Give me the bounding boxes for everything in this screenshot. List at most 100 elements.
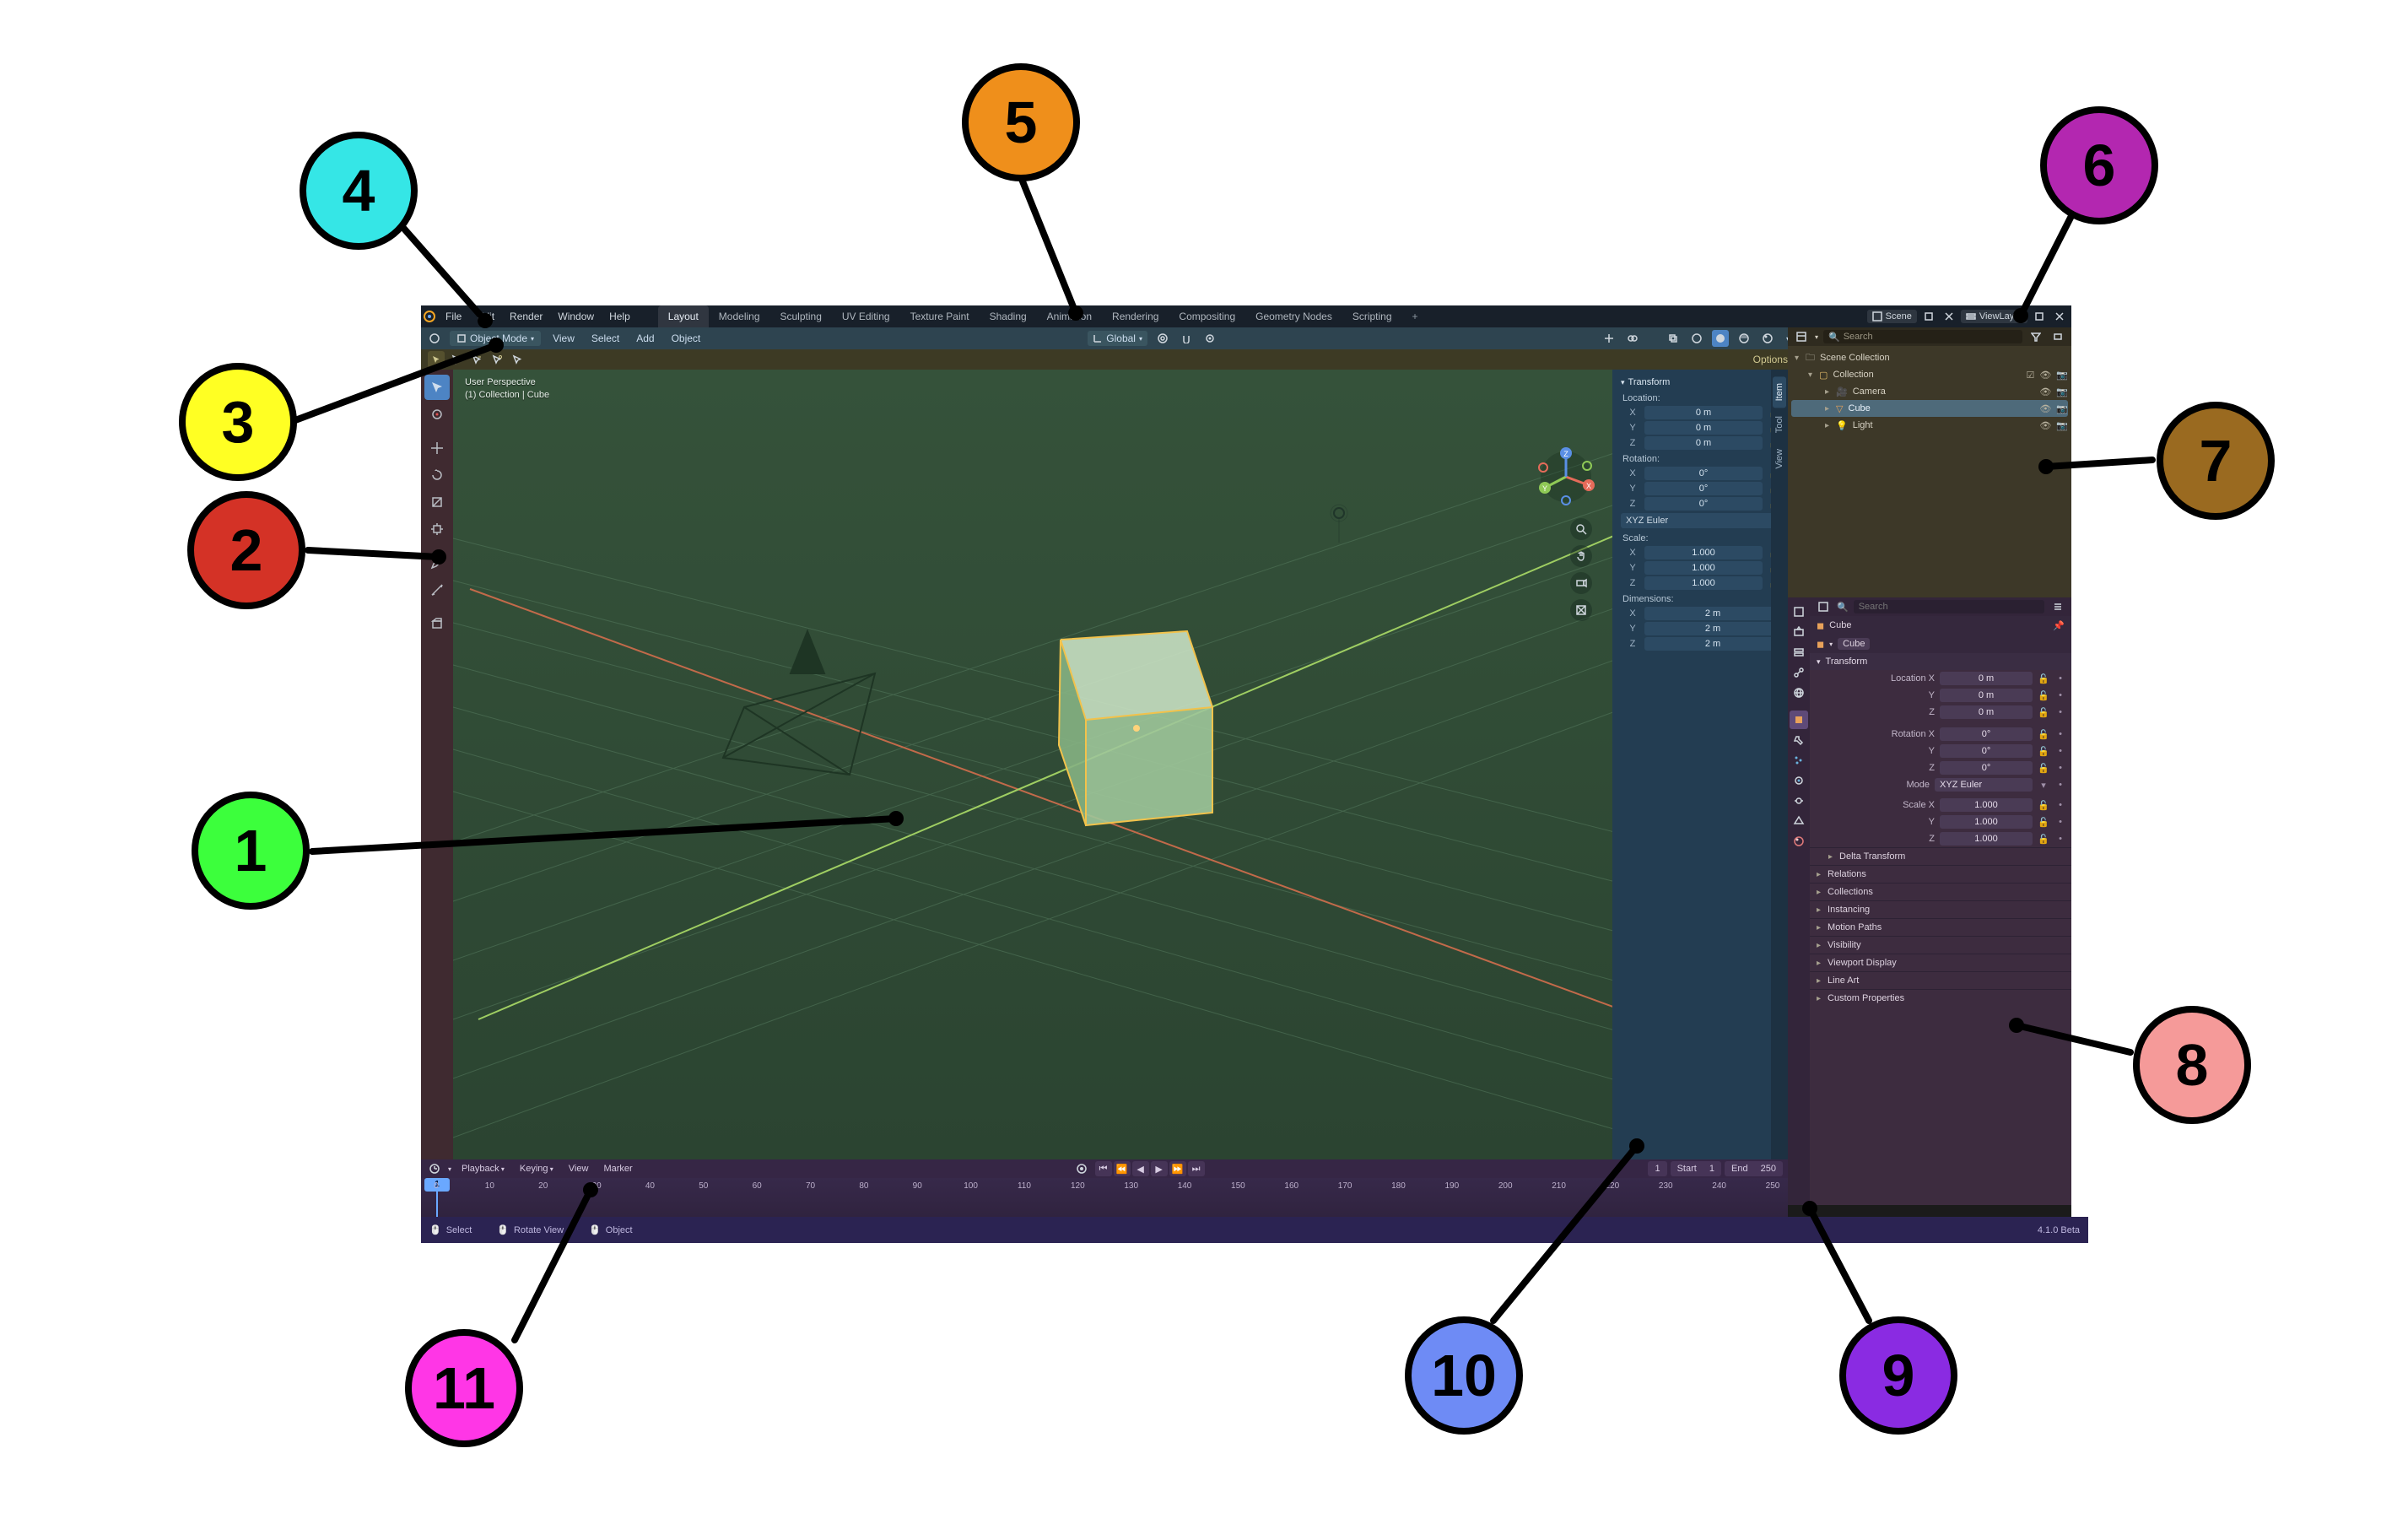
n-rot-z[interactable]: 0° xyxy=(1644,497,1763,511)
p-rot-y[interactable]: 0° xyxy=(1940,744,2033,758)
props-collections[interactable]: Collections xyxy=(1810,883,2071,900)
p-loc-y[interactable]: 0 m xyxy=(1940,689,2033,702)
lock-icon[interactable]: 🔓 xyxy=(2038,834,2049,845)
workspace-uv-editing[interactable]: UV Editing xyxy=(832,305,900,327)
animate-icon[interactable]: • xyxy=(2054,817,2066,827)
workspace-compositing[interactable]: Compositing xyxy=(1169,305,1245,327)
p-scale-z[interactable]: 1.000 xyxy=(1940,832,2033,846)
animate-icon[interactable]: • xyxy=(2054,729,2066,739)
auto-keying-icon[interactable] xyxy=(1073,1160,1090,1177)
select-mode-subtract-icon[interactable] xyxy=(468,351,485,368)
scene-selector[interactable]: Scene xyxy=(1867,310,1917,323)
eye-icon[interactable]: 👁 xyxy=(2039,403,2051,414)
outliner-collection[interactable]: ▢ Collection ☑ 👁 📷 xyxy=(1791,366,2068,383)
menu-window[interactable]: Window xyxy=(550,311,602,322)
zoom-icon[interactable] xyxy=(1570,518,1592,540)
chevron-down-icon[interactable]: ▾ xyxy=(448,1165,451,1173)
select-mode-intersect-icon[interactable] xyxy=(509,351,526,368)
animate-icon[interactable]: • xyxy=(2054,707,2066,717)
xray-toggle-icon[interactable] xyxy=(1665,330,1682,347)
timeline-menu-marker[interactable]: Marker xyxy=(598,1164,637,1174)
lock-icon[interactable]: 🔓 xyxy=(2038,746,2049,757)
keyframe-prev-icon[interactable]: ⏪ xyxy=(1114,1161,1131,1176)
proportional-edit-icon[interactable] xyxy=(1201,330,1218,347)
jump-end-icon[interactable]: ⏭ xyxy=(1188,1161,1205,1176)
prop-tab-output-icon[interactable] xyxy=(1790,623,1808,641)
properties-editor-icon[interactable] xyxy=(1815,598,1832,615)
scene-new-icon[interactable] xyxy=(1920,308,1937,325)
animate-icon[interactable]: • xyxy=(2054,746,2066,756)
lock-icon[interactable]: 🔓 xyxy=(2038,817,2049,828)
select-mode-set-icon[interactable] xyxy=(428,351,445,368)
workspace-texture-paint[interactable]: Texture Paint xyxy=(900,305,980,327)
snap-toggle-icon[interactable] xyxy=(1178,330,1195,347)
prop-tab-particles-icon[interactable] xyxy=(1790,751,1808,770)
props-custom-props[interactable]: Custom Properties xyxy=(1810,989,2071,1007)
start-frame-field[interactable]: Start 1 xyxy=(1671,1161,1721,1176)
n-dim-y[interactable]: 2 m xyxy=(1644,622,1781,635)
p-scale-x[interactable]: 1.000 xyxy=(1940,798,2033,812)
header-menu-object[interactable]: Object xyxy=(667,332,706,344)
props-transform-header[interactable]: ▾ Transform xyxy=(1810,653,2071,670)
prop-tab-modifiers-icon[interactable] xyxy=(1790,731,1808,749)
prop-tab-render-icon[interactable] xyxy=(1790,603,1808,621)
transform-orientation[interactable]: Global ▾ xyxy=(1088,331,1147,346)
workspace-layout[interactable]: Layout xyxy=(658,305,709,327)
workspace-rendering[interactable]: Rendering xyxy=(1102,305,1169,327)
menu-help[interactable]: Help xyxy=(602,311,638,322)
workspace-add-tab[interactable]: + xyxy=(1402,305,1428,327)
tool-rotate[interactable] xyxy=(424,462,450,488)
tool-cursor[interactable] xyxy=(424,402,450,427)
nav-gizmo[interactable]: X Y Z xyxy=(1536,447,1595,506)
scene-cube[interactable] xyxy=(1059,631,1212,825)
shading-solid-icon[interactable] xyxy=(1712,330,1729,347)
breadcrumb-data-label[interactable]: Cube xyxy=(1838,638,1870,650)
workspace-modeling[interactable]: Modeling xyxy=(709,305,770,327)
animate-icon[interactable]: • xyxy=(2054,834,2066,844)
header-menu-view[interactable]: View xyxy=(548,332,580,344)
select-mode-extend-icon[interactable] xyxy=(448,351,465,368)
timeline-menu-view[interactable]: View xyxy=(564,1164,594,1174)
properties-search-input[interactable] xyxy=(1854,600,2044,613)
shading-wireframe-icon[interactable] xyxy=(1688,330,1705,347)
p-loc-z[interactable]: 0 m xyxy=(1940,705,2033,719)
n-rotation-mode[interactable]: XYZ Euler ▾ xyxy=(1621,513,1781,528)
workspace-animation[interactable]: Animation xyxy=(1037,305,1102,327)
outliner-item-cube[interactable]: ▽ Cube 👁📷 xyxy=(1791,400,2068,417)
header-menu-add[interactable]: Add xyxy=(631,332,659,344)
prop-tab-physics-icon[interactable] xyxy=(1790,771,1808,790)
chevron-down-icon[interactable]: ▾ xyxy=(1829,640,1833,648)
prop-tab-scene-icon[interactable] xyxy=(1790,663,1808,682)
lock-icon[interactable]: 🔓 xyxy=(2038,707,2049,718)
lock-icon[interactable]: 🔓 xyxy=(2038,673,2049,684)
n-rot-y[interactable]: 0° xyxy=(1644,482,1763,495)
n-scale-z[interactable]: 1.000 xyxy=(1644,576,1763,590)
chevron-down-icon[interactable]: ▾ xyxy=(1815,333,1818,341)
workspace-scripting[interactable]: Scripting xyxy=(1342,305,1402,327)
pivot-point-icon[interactable] xyxy=(1154,330,1171,347)
props-motion-paths[interactable]: Motion Paths xyxy=(1810,918,2071,936)
outliner-root[interactable]: 🗀 Scene Collection xyxy=(1791,349,2068,366)
p-rot-x[interactable]: 0° xyxy=(1940,727,2033,741)
eye-icon[interactable]: 👁 xyxy=(2039,420,2051,431)
lock-icon[interactable]: 🔓 xyxy=(2038,729,2049,740)
outliner-item-light[interactable]: 💡 Light 👁📷 xyxy=(1791,417,2068,434)
n-scale-y[interactable]: 1.000 xyxy=(1644,561,1763,575)
timeline-ruler[interactable]: 1 01020304050607080901001101201301401501… xyxy=(421,1178,1788,1217)
animate-icon[interactable]: • xyxy=(2054,763,2066,773)
editor-type-selector-icon[interactable] xyxy=(426,330,443,347)
menu-edit[interactable]: Edit xyxy=(469,311,502,322)
n-loc-x[interactable]: 0 m xyxy=(1644,406,1763,419)
lock-icon[interactable]: 🔓 xyxy=(2038,690,2049,701)
n-loc-y[interactable]: 0 m xyxy=(1644,421,1763,435)
menu-file[interactable]: File xyxy=(438,311,469,322)
lock-icon[interactable]: 🔓 xyxy=(2038,763,2049,774)
prop-tab-world-icon[interactable] xyxy=(1790,684,1808,702)
n-tab-view[interactable]: View xyxy=(1773,442,1786,476)
render-visibility-icon[interactable]: 📷 xyxy=(2056,370,2068,381)
pin-icon[interactable]: 📌 xyxy=(2053,620,2065,631)
header-menu-select[interactable]: Select xyxy=(586,332,624,344)
prop-tab-object-icon[interactable] xyxy=(1790,711,1808,729)
end-frame-field[interactable]: End 250 xyxy=(1725,1161,1783,1176)
viewlayer-selector[interactable]: ViewLayer xyxy=(1961,310,2027,323)
